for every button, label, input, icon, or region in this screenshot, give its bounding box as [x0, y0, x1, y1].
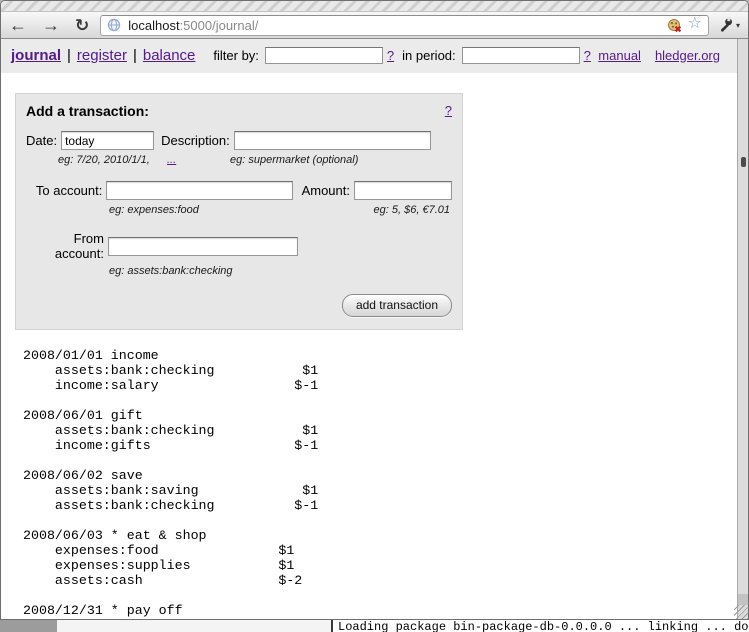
- journal-transaction: 2008/06/02 save assets:bank:saving $1 as…: [23, 468, 748, 513]
- add-form-help-link[interactable]: ?: [445, 103, 452, 119]
- vertical-scrollbar[interactable]: [737, 39, 748, 619]
- filter-input[interactable]: [265, 47, 383, 64]
- nav-link-balance[interactable]: balance: [143, 47, 196, 64]
- date-label: Date:: [26, 133, 57, 148]
- scrollbar-button-zone[interactable]: [738, 594, 748, 605]
- journal-transaction: 2008/06/03 * eat & shop expenses:food $1…: [23, 528, 748, 588]
- description-input[interactable]: [234, 131, 431, 150]
- window-resize-grip-icon[interactable]: [734, 605, 748, 619]
- forward-icon[interactable]: →: [42, 16, 60, 34]
- nav-separator: |: [133, 47, 137, 64]
- nav-separator: |: [67, 47, 71, 64]
- amount-label: Amount:: [302, 183, 350, 198]
- period-help-link[interactable]: ?: [584, 48, 591, 63]
- screen: ← → ↻ localhost:5000/journal/: [0, 0, 749, 632]
- hledger-org-link[interactable]: hledger.org: [655, 48, 720, 63]
- hledger-navbar: journal | register | balance filter by: …: [1, 39, 748, 73]
- terminal-output-text: Loading package bin-package-db-0.0.0.0 .…: [333, 620, 749, 632]
- terminal-window-sliver: Loading package bin-package-db-0.0.0.0 .…: [333, 620, 749, 632]
- period-input[interactable]: [462, 47, 580, 64]
- from-account-label: From account:: [26, 231, 104, 261]
- wrench-icon: [718, 17, 734, 33]
- url-path: :5000/journal/: [180, 18, 259, 33]
- date-hint: eg: 7/20, 2010/1/1,: [58, 154, 150, 166]
- scrollbar-thumb[interactable]: [741, 157, 746, 167]
- description-label: Description:: [161, 133, 230, 148]
- nav-link-journal[interactable]: journal: [11, 47, 61, 64]
- reload-icon[interactable]: ↻: [75, 17, 89, 34]
- manual-link[interactable]: manual: [598, 48, 641, 63]
- nav-link-register[interactable]: register: [77, 47, 127, 64]
- journal-list: 2008/01/01 income assets:bank:checking $…: [23, 348, 748, 619]
- date-input[interactable]: [61, 131, 154, 150]
- description-hint: eg: supermarket (optional): [230, 154, 358, 166]
- panel-spacer: [149, 103, 445, 119]
- browser-menu-button[interactable]: ▾: [718, 17, 740, 33]
- browser-toolbar: ← → ↻ localhost:5000/journal/: [1, 12, 748, 39]
- amount-hint: eg: 5, $6, €7.01: [374, 204, 450, 216]
- date-hint-more-link[interactable]: ...: [167, 154, 176, 166]
- background-windows-strip: Loading package bin-package-db-0.0.0.0 .…: [0, 620, 749, 632]
- cookie-blocked-icon[interactable]: [667, 18, 683, 33]
- journal-transaction: 2008/01/01 income assets:bank:checking $…: [23, 348, 748, 393]
- url-host: localhost: [128, 18, 179, 33]
- journal-transaction: 2008/12/31 * pay off liabilities:debts $…: [23, 603, 748, 619]
- to-account-input[interactable]: [106, 181, 292, 200]
- add-transaction-button[interactable]: add transaction: [342, 294, 452, 317]
- back-icon[interactable]: ←: [9, 16, 27, 34]
- add-transaction-panel: Add a transaction: ? Date: Description: …: [15, 93, 463, 330]
- desktop-sliver: [0, 620, 57, 632]
- panel-title: Add a transaction:: [26, 103, 149, 119]
- window-title-bar[interactable]: [1, 1, 748, 12]
- journal-transaction: 2008/06/01 gift assets:bank:checking $1 …: [23, 408, 748, 453]
- to-account-label: To account:: [26, 183, 102, 198]
- to-account-hint: eg: expenses:food: [109, 204, 199, 216]
- in-period-label: in period:: [402, 48, 455, 63]
- filter-by-label: filter by:: [213, 48, 259, 63]
- from-account-input[interactable]: [108, 237, 298, 256]
- bookmark-star-icon[interactable]: ☆: [688, 16, 702, 32]
- from-account-hint: eg: assets:bank:checking: [109, 265, 233, 277]
- background-window-sliver: [57, 620, 333, 632]
- address-bar[interactable]: localhost:5000/journal/ ☆: [100, 15, 709, 36]
- globe-icon[interactable]: [107, 18, 121, 32]
- chevron-down-icon: ▾: [736, 21, 740, 30]
- amount-input[interactable]: [354, 181, 452, 200]
- filter-help-link[interactable]: ?: [387, 48, 394, 63]
- url-text[interactable]: localhost:5000/journal/: [128, 18, 258, 33]
- browser-window: ← → ↻ localhost:5000/journal/: [0, 0, 749, 620]
- page-content: journal | register | balance filter by: …: [1, 39, 748, 619]
